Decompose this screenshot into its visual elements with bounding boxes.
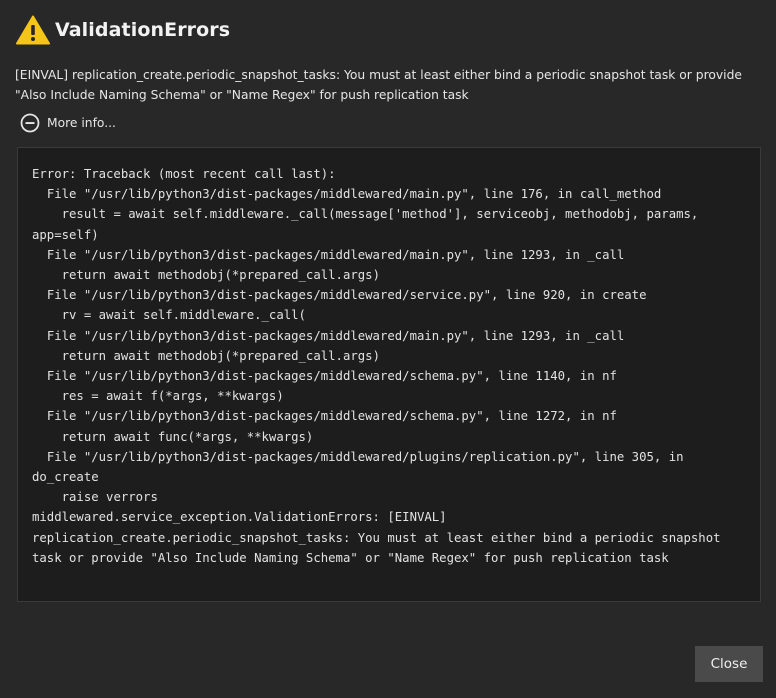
traceback-text: Error: Traceback (most recent call last)… (32, 167, 721, 565)
dialog-title: ValidationErrors (55, 19, 231, 41)
error-dialog: ValidationErrors [EINVAL] replication_cr… (0, 0, 776, 698)
traceback-panel[interactable]: Error: Traceback (most recent call last)… (17, 147, 761, 602)
close-button[interactable]: Close (695, 646, 763, 682)
warning-icon (16, 15, 50, 45)
error-message: [EINVAL] replication_create.periodic_sna… (15, 68, 742, 102)
more-info-toggle[interactable]: More info... (20, 113, 116, 133)
dialog-header: ValidationErrors (16, 14, 230, 46)
more-info-label: More info... (47, 116, 116, 130)
minus-circle-icon (20, 113, 40, 133)
